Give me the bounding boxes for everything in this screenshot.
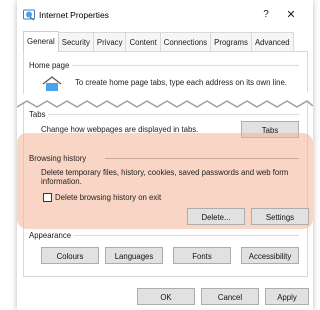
tabs-divider [29,114,299,115]
delete-history-on-exit-label: Delete browsing history on exit [55,193,162,202]
ok-button[interactable]: OK [137,288,195,305]
window-title: Internet Properties [39,10,109,20]
tab-general[interactable]: General [23,31,59,52]
internet-options-icon [23,9,35,21]
tab-programs[interactable]: Programs [210,32,252,52]
torn-edge [17,92,313,108]
internet-properties-dialog: Internet Properties ? ✕ General Security P… [17,0,313,310]
cancel-button[interactable]: Cancel [201,288,259,305]
appearance-group-label: Appearance [29,231,75,240]
tab-security[interactable]: Security [57,32,94,52]
tab-content[interactable]: Content [125,32,161,52]
fonts-button[interactable]: Fonts [173,247,231,264]
browsing-history-divider [105,158,299,159]
home-page-group-label: Home page [29,61,73,70]
tab-strip: General Security Privacy Content Connections… [23,31,294,52]
delete-history-on-exit-checkbox[interactable] [43,193,52,202]
settings-button[interactable]: Settings [251,208,309,225]
tab-connections[interactable]: Connections [159,32,212,52]
delete-button[interactable]: Delete... [187,208,245,225]
apply-button[interactable]: Apply [265,288,309,305]
browsing-history-description: Delete temporary files, history, cookies… [41,168,289,186]
close-button[interactable]: ✕ [280,6,302,24]
accessibility-button[interactable]: Accessibility [241,247,299,264]
tab-advanced[interactable]: Advanced [250,32,294,52]
tabs-group-label: Tabs [29,110,49,119]
languages-button[interactable]: Languages [105,247,163,264]
colours-button[interactable]: Colours [41,247,99,264]
help-button[interactable]: ? [257,6,275,24]
tab-privacy[interactable]: Privacy [92,32,127,52]
title-bar: Internet Properties ? ✕ [17,0,313,30]
browsing-history-group-label: Browsing history [29,154,87,163]
